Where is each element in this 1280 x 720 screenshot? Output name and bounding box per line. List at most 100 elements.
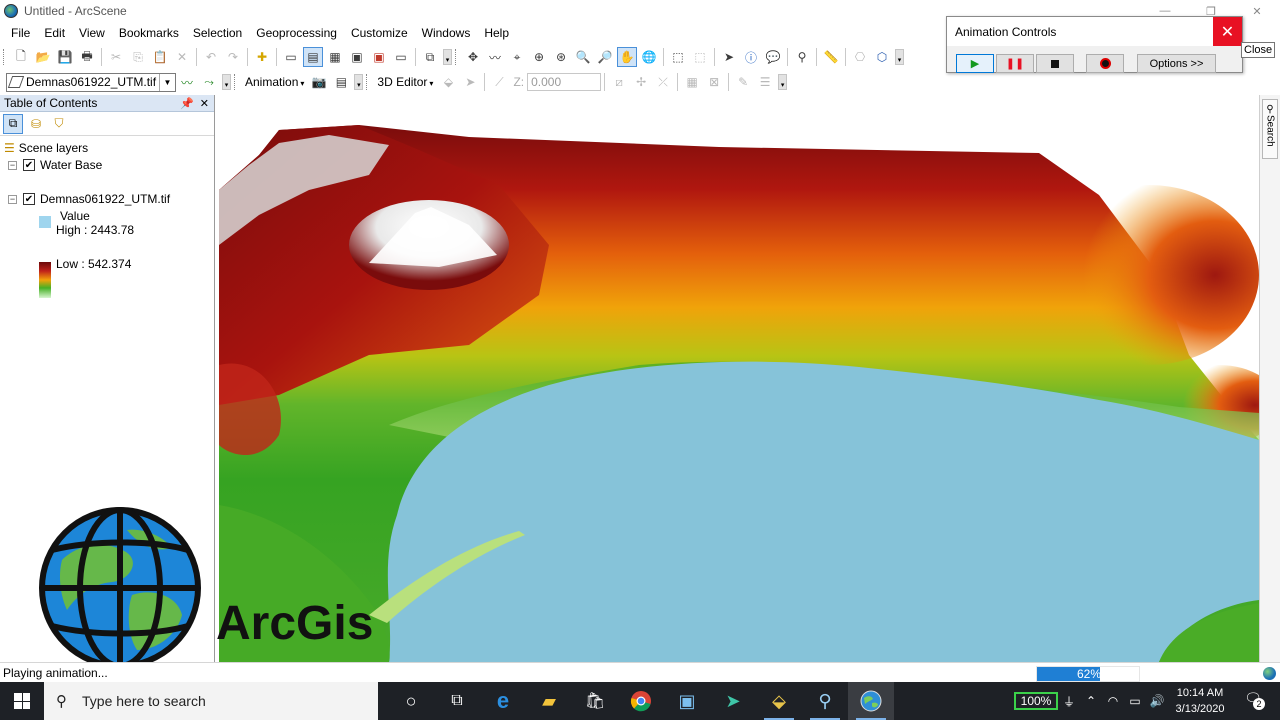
stop-button[interactable] bbox=[1036, 54, 1074, 73]
identify-icon[interactable]: ⓘ bbox=[741, 47, 761, 67]
globe-status-icon[interactable] bbox=[1263, 667, 1276, 680]
toolbox-icon[interactable]: ▣ bbox=[369, 47, 389, 67]
record-button[interactable] bbox=[1086, 54, 1124, 73]
layer-dropdown[interactable]: Demnas061922_UTM.tif ▼ bbox=[6, 72, 176, 92]
menu-view[interactable]: View bbox=[72, 22, 112, 44]
chevron-up-icon[interactable]: ⌃ bbox=[1080, 694, 1102, 708]
find-icon[interactable]: ⚲ bbox=[792, 47, 812, 67]
toolbar-grip[interactable] bbox=[3, 49, 7, 65]
search-window-icon[interactable]: ▣ bbox=[347, 47, 367, 67]
action-center-icon[interactable]: 🗨 2 bbox=[1238, 690, 1268, 712]
save-icon[interactable]: 💾 bbox=[55, 47, 75, 67]
toolbar-grip[interactable] bbox=[234, 74, 238, 90]
battery-percent[interactable]: 100% bbox=[1014, 692, 1058, 710]
delete-icon[interactable]: ✕ bbox=[172, 47, 192, 67]
task-view-icon[interactable]: ⧉ bbox=[434, 682, 480, 720]
clock[interactable]: 10:14 AM 3/13/2020 bbox=[1170, 685, 1230, 717]
create-features-icon[interactable]: ✎ bbox=[733, 72, 753, 92]
arcscene-taskbar-icon[interactable] bbox=[848, 682, 894, 720]
arccatalog-icon[interactable]: ▣ bbox=[664, 682, 710, 720]
rotate-icon[interactable]: ⤫ bbox=[653, 72, 673, 92]
sketch-tool-icon[interactable]: ⟋ bbox=[489, 72, 509, 92]
layer-visibility-checkbox[interactable]: ✔ bbox=[23, 159, 35, 171]
measure-icon[interactable]: 📏 bbox=[821, 47, 841, 67]
menu-file[interactable]: File bbox=[0, 22, 37, 44]
search-tab[interactable]: ⚲ Search bbox=[1262, 99, 1278, 159]
html-popup-icon[interactable]: 💬 bbox=[763, 47, 783, 67]
taskbar-search-box[interactable]: ⚲ Type here to search bbox=[44, 682, 378, 720]
play-button[interactable]: ▶ bbox=[956, 54, 994, 73]
add-data-icon[interactable]: ✚ bbox=[252, 47, 272, 67]
copy-icon[interactable]: ⎘ bbox=[128, 47, 148, 67]
cut-icon[interactable]: ✂ bbox=[106, 47, 126, 67]
animation-controls-title[interactable]: Animation Controls bbox=[947, 17, 1242, 46]
pin-icon[interactable]: 📌 bbox=[180, 97, 194, 110]
toolbar-grip[interactable] bbox=[455, 49, 459, 65]
new-document-icon[interactable]: 🗋 bbox=[11, 47, 31, 67]
menu-edit[interactable]: Edit bbox=[37, 22, 72, 44]
animation-menu[interactable]: Animation ▾ bbox=[241, 75, 308, 89]
move-icon[interactable]: ✢ bbox=[631, 72, 651, 92]
center-target-icon[interactable]: ⌖ bbox=[507, 47, 527, 67]
menu-help[interactable]: Help bbox=[477, 22, 516, 44]
animation-manager-icon[interactable]: ▤ bbox=[331, 72, 351, 92]
fly-icon[interactable]: 〰 bbox=[485, 47, 505, 67]
battery-icon[interactable]: ▭ bbox=[1124, 694, 1146, 708]
z-value-input[interactable]: 0.000 bbox=[527, 73, 602, 91]
attributes-icon[interactable]: ▦ bbox=[682, 72, 702, 92]
redo-icon[interactable]: ↷ bbox=[223, 47, 243, 67]
pan-icon[interactable]: ✋ bbox=[617, 47, 637, 67]
water-symbol-swatch[interactable] bbox=[39, 216, 51, 228]
undo-icon[interactable]: ↶ bbox=[201, 47, 221, 67]
scene-view[interactable] bbox=[219, 95, 1259, 662]
sketch-properties-icon[interactable]: ⊠ bbox=[704, 72, 724, 92]
3d-editor-menu[interactable]: 3D Editor ▾ bbox=[373, 75, 437, 89]
toc-window-icon[interactable]: ▤ bbox=[303, 47, 323, 67]
hyperlink-icon[interactable]: ⎔ bbox=[850, 47, 870, 67]
cortana-icon[interactable]: ○ bbox=[388, 682, 434, 720]
split-icon[interactable]: ⧄ bbox=[609, 72, 629, 92]
close-panel-icon[interactable]: ✕ bbox=[200, 97, 209, 110]
arrow-app-icon[interactable]: ➤ bbox=[710, 682, 756, 720]
menu-selection[interactable]: Selection bbox=[186, 22, 249, 44]
navigate-icon[interactable]: ✥ bbox=[463, 47, 483, 67]
edge-icon[interactable]: e bbox=[480, 682, 526, 720]
set-observer-icon[interactable]: ⊛ bbox=[551, 47, 571, 67]
collapse-icon[interactable]: − bbox=[8, 160, 17, 170]
toolbar-grip[interactable] bbox=[366, 74, 370, 90]
menu-bookmarks[interactable]: Bookmarks bbox=[112, 22, 186, 44]
toolbar-options-icon[interactable]: ▾ bbox=[443, 49, 452, 65]
edit-arrow-icon[interactable]: ➤ bbox=[460, 72, 480, 92]
open-icon[interactable]: 📂 bbox=[33, 47, 53, 67]
scene-layers-group[interactable]: ☰ Scene layers bbox=[4, 140, 88, 156]
arcmap-box-icon[interactable]: ⬙ bbox=[756, 682, 802, 720]
list-by-drawing-order-icon[interactable]: ⧉ bbox=[3, 113, 23, 134]
zoom-out-icon[interactable]: 🔎 bbox=[595, 47, 615, 67]
list-by-source-icon[interactable]: ⛁ bbox=[26, 114, 46, 134]
print-icon[interactable]: 🖶 bbox=[77, 47, 97, 67]
search-app-icon[interactable]: ⚲ bbox=[802, 682, 848, 720]
arctoolbox-3d-icon[interactable]: ⬡ bbox=[872, 47, 892, 67]
toolbar-options-icon[interactable]: ▾ bbox=[778, 74, 788, 90]
full-extent-icon[interactable]: 🌐 bbox=[639, 47, 659, 67]
plug-icon[interactable]: ⏚ bbox=[1058, 693, 1080, 710]
edit-tool-icon[interactable]: ⬙ bbox=[438, 72, 458, 92]
steepest-path-icon[interactable]: ⤳ bbox=[199, 72, 219, 92]
elevation-color-ramp[interactable] bbox=[39, 262, 51, 298]
select-elements-icon[interactable]: ➤ bbox=[719, 47, 739, 67]
layer-water-base[interactable]: − ✔ Water Base bbox=[8, 157, 102, 173]
menu-windows[interactable]: Windows bbox=[415, 22, 478, 44]
collapse-icon[interactable]: − bbox=[8, 194, 17, 204]
capture-view-icon[interactable]: 📷 bbox=[309, 72, 329, 92]
wifi-icon[interactable]: ◠ bbox=[1102, 694, 1124, 708]
store-icon[interactable]: 🛍 bbox=[572, 682, 618, 720]
volume-icon[interactable]: 🔊 bbox=[1146, 694, 1168, 708]
layer-dem[interactable]: − ✔ Demnas061922_UTM.tif bbox=[8, 191, 170, 207]
layer-visibility-checkbox[interactable]: ✔ bbox=[23, 193, 35, 205]
toolbar-options-icon[interactable]: ▾ bbox=[222, 74, 231, 90]
chevron-down-icon[interactable]: ▼ bbox=[159, 73, 175, 91]
animation-close-button[interactable]: ✕ bbox=[1213, 17, 1242, 46]
chrome-icon[interactable] bbox=[618, 682, 664, 720]
clear-selection-icon[interactable]: ⬚ bbox=[690, 47, 710, 67]
python-window-icon[interactable]: ▭ bbox=[391, 47, 411, 67]
